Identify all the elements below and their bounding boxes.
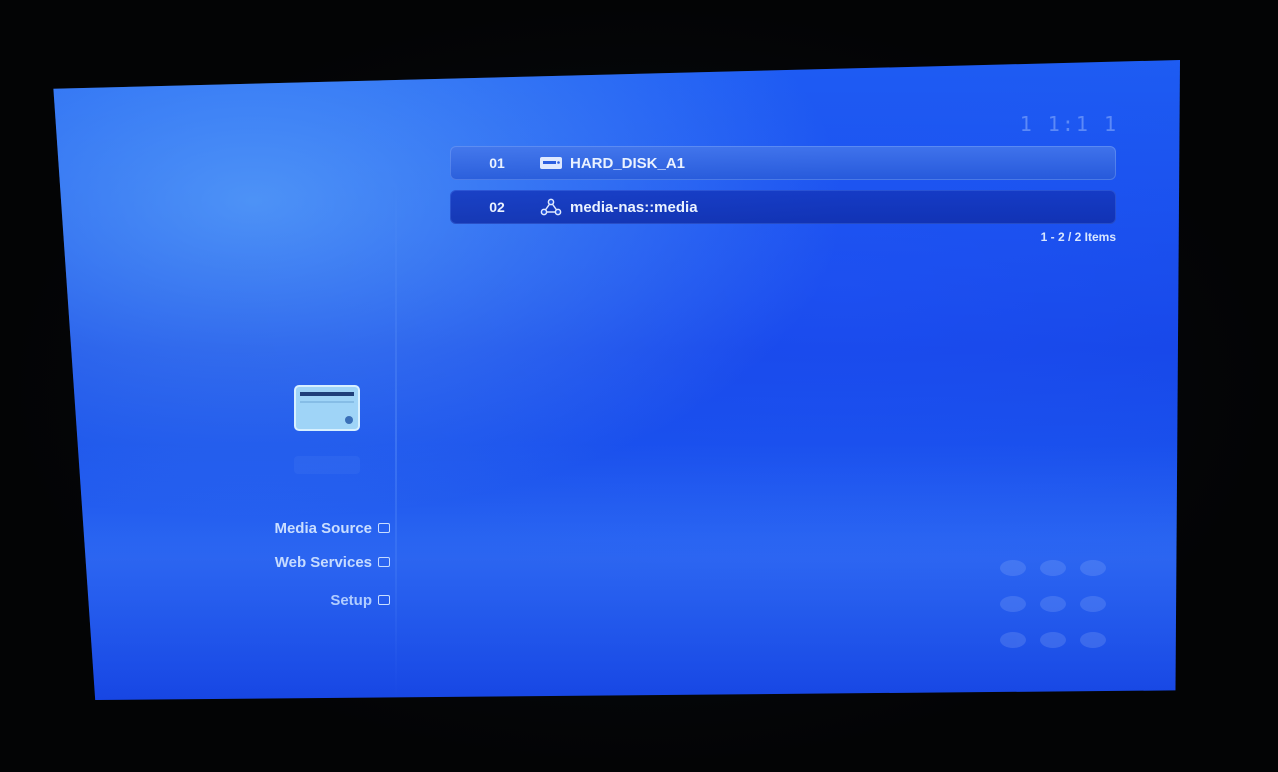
item-count: 1 - 2 / 2 Items: [1040, 230, 1116, 244]
sidebar-divider: [395, 180, 397, 700]
item-number: 01: [489, 155, 505, 171]
menu-box-icon: [378, 595, 390, 605]
item-number: 02: [489, 199, 505, 215]
device-caption-placeholder: [294, 456, 360, 474]
menu-item-setup[interactable]: Setup: [190, 588, 390, 612]
menu-item-label: Setup: [330, 591, 372, 609]
media-source-list: 01 HARD_DISK_A1 02 media-nas::media 1 - …: [450, 146, 1116, 244]
menu-item-web-services[interactable]: Web Services: [190, 550, 390, 574]
menu-item-label: Web Services: [274, 553, 372, 571]
list-item-hard-disk[interactable]: 01 HARD_DISK_A1: [450, 146, 1116, 180]
remote-pad-watermark-icon: [1000, 560, 1110, 650]
main-menu: Media Source Web Services Setup: [190, 516, 390, 622]
hard-disk-icon: [538, 154, 564, 172]
menu-box-icon: [378, 523, 390, 533]
menu-box-icon: [378, 557, 390, 567]
item-label: media-nas::media: [570, 198, 698, 216]
clock: 1 1:1 1: [1019, 112, 1118, 136]
menu-item-media-source[interactable]: Media Source: [190, 516, 390, 540]
item-label: HARD_DISK_A1: [570, 154, 686, 172]
list-item-network-share[interactable]: 02 media-nas::media: [450, 190, 1116, 224]
menu-item-label: Media Source: [274, 519, 372, 537]
network-share-icon: [538, 198, 564, 216]
tv-screen: 1 1:1 1 01 HARD_DISK_A1 02 media-nas::me…: [53, 60, 1180, 700]
tv-bezel: 1 1:1 1 01 HARD_DISK_A1 02 media-nas::me…: [0, 0, 1278, 772]
storage-device-icon: [294, 384, 360, 432]
